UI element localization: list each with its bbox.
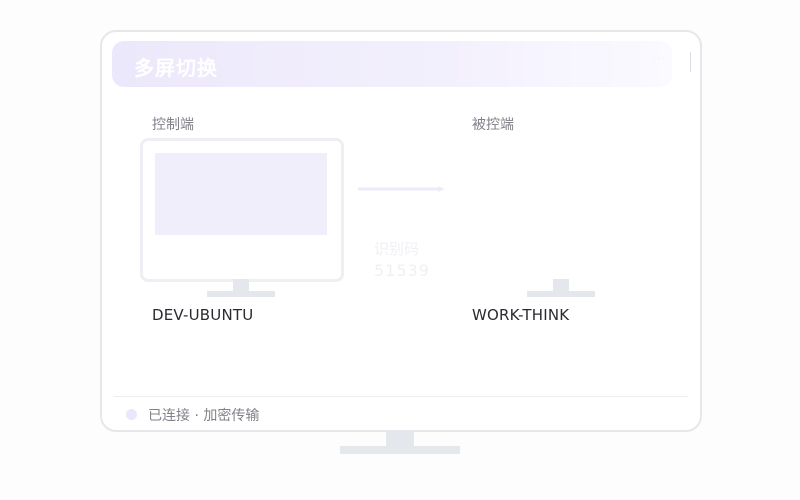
controlled-monitor-icon[interactable] bbox=[460, 138, 658, 276]
footer-divider bbox=[114, 396, 688, 397]
window-edge-bar bbox=[690, 52, 691, 72]
controlled-label: 被控端 bbox=[472, 117, 514, 133]
controlled-stand-base bbox=[527, 291, 595, 297]
pairing-code-value: 51539 bbox=[374, 261, 430, 280]
monitor-stand-base bbox=[340, 446, 460, 454]
controller-display bbox=[155, 153, 327, 235]
dot-icon bbox=[126, 409, 137, 420]
controller-stand-base bbox=[207, 291, 275, 297]
connection-status: 已连接 · 加密传输 bbox=[148, 408, 260, 424]
title-banner: 多屏切换 ··· bbox=[112, 41, 672, 87]
pairing-code-label: 识别码 bbox=[374, 240, 420, 258]
page-title: 多屏切换 bbox=[134, 56, 218, 80]
monitor-frame: 多屏切换 ··· 控制端 DEV-UBUNTU 识别码 51539 被控端 WO… bbox=[100, 30, 702, 432]
controller-label: 控制端 bbox=[152, 117, 194, 133]
controlled-device-name: WORK-THINK bbox=[472, 306, 570, 324]
controller-device-name: DEV-UBUNTU bbox=[152, 306, 254, 324]
arrow-right-icon bbox=[358, 186, 446, 192]
more-icon[interactable]: ··· bbox=[653, 51, 666, 67]
controller-monitor-icon[interactable] bbox=[140, 138, 344, 282]
